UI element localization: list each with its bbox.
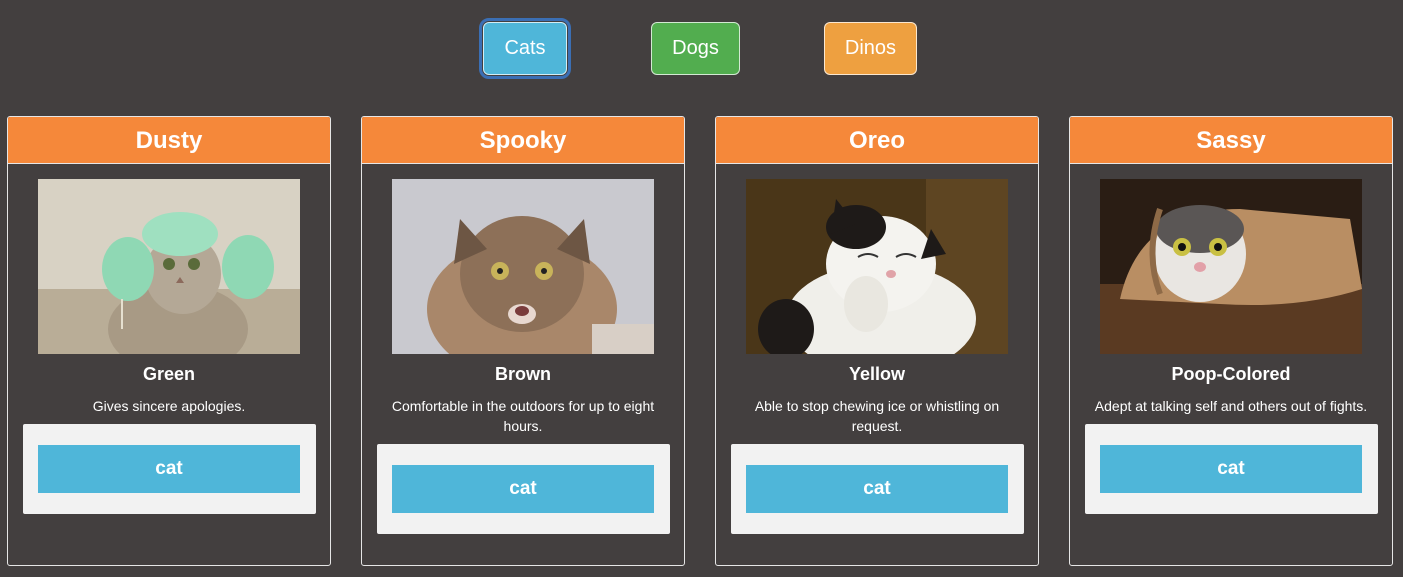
pet-card-spooky: Spooky Brown Comfortable in the outdoors… (361, 116, 685, 566)
pet-name: Dusty (8, 117, 330, 164)
dogs-button[interactable]: Dogs (651, 22, 740, 75)
pet-name: Oreo (716, 117, 1038, 164)
pet-card-oreo: Oreo Yellow Able to stop chewing ice or … (715, 116, 1039, 566)
cat-photo (392, 179, 654, 354)
pet-card-dusty: Dusty Green Gives sincere apologies. cat (7, 116, 331, 566)
pet-color: Poop-Colored (1171, 364, 1291, 384)
cat-photo (746, 179, 1008, 354)
cta-panel: cat (1085, 424, 1378, 514)
cat-button[interactable]: cat (392, 465, 654, 513)
pet-name: Spooky (362, 117, 684, 164)
cat-photo (1100, 179, 1362, 354)
animal-filter-nav: Cats Dogs Dinos (0, 0, 1403, 100)
pet-name: Sassy (1070, 117, 1392, 164)
dinos-button[interactable]: Dinos (824, 22, 917, 75)
pet-card-sassy: Sassy Poop-Colored Adept at talking self… (1069, 116, 1393, 566)
pet-color: Yellow (848, 364, 906, 384)
pet-description: Gives sincere apologies. (92, 398, 246, 414)
pet-color: Green (142, 364, 196, 384)
cats-button[interactable]: Cats (479, 18, 571, 79)
cat-button[interactable]: cat (746, 465, 1008, 513)
cta-panel: cat (23, 424, 316, 514)
pet-description: Adept at talking self and others out of … (1094, 398, 1368, 414)
cta-panel: cat (731, 444, 1024, 534)
pet-description: Comfortable in the outdoors for up to ei… (391, 398, 655, 434)
pet-color: Brown (495, 364, 551, 384)
pet-description: Able to stop chewing ice or whistling on… (754, 398, 1000, 434)
cta-panel: cat (377, 444, 670, 534)
cat-button[interactable]: cat (38, 445, 300, 493)
cat-photo (38, 179, 300, 354)
cat-button[interactable]: cat (1100, 445, 1362, 493)
